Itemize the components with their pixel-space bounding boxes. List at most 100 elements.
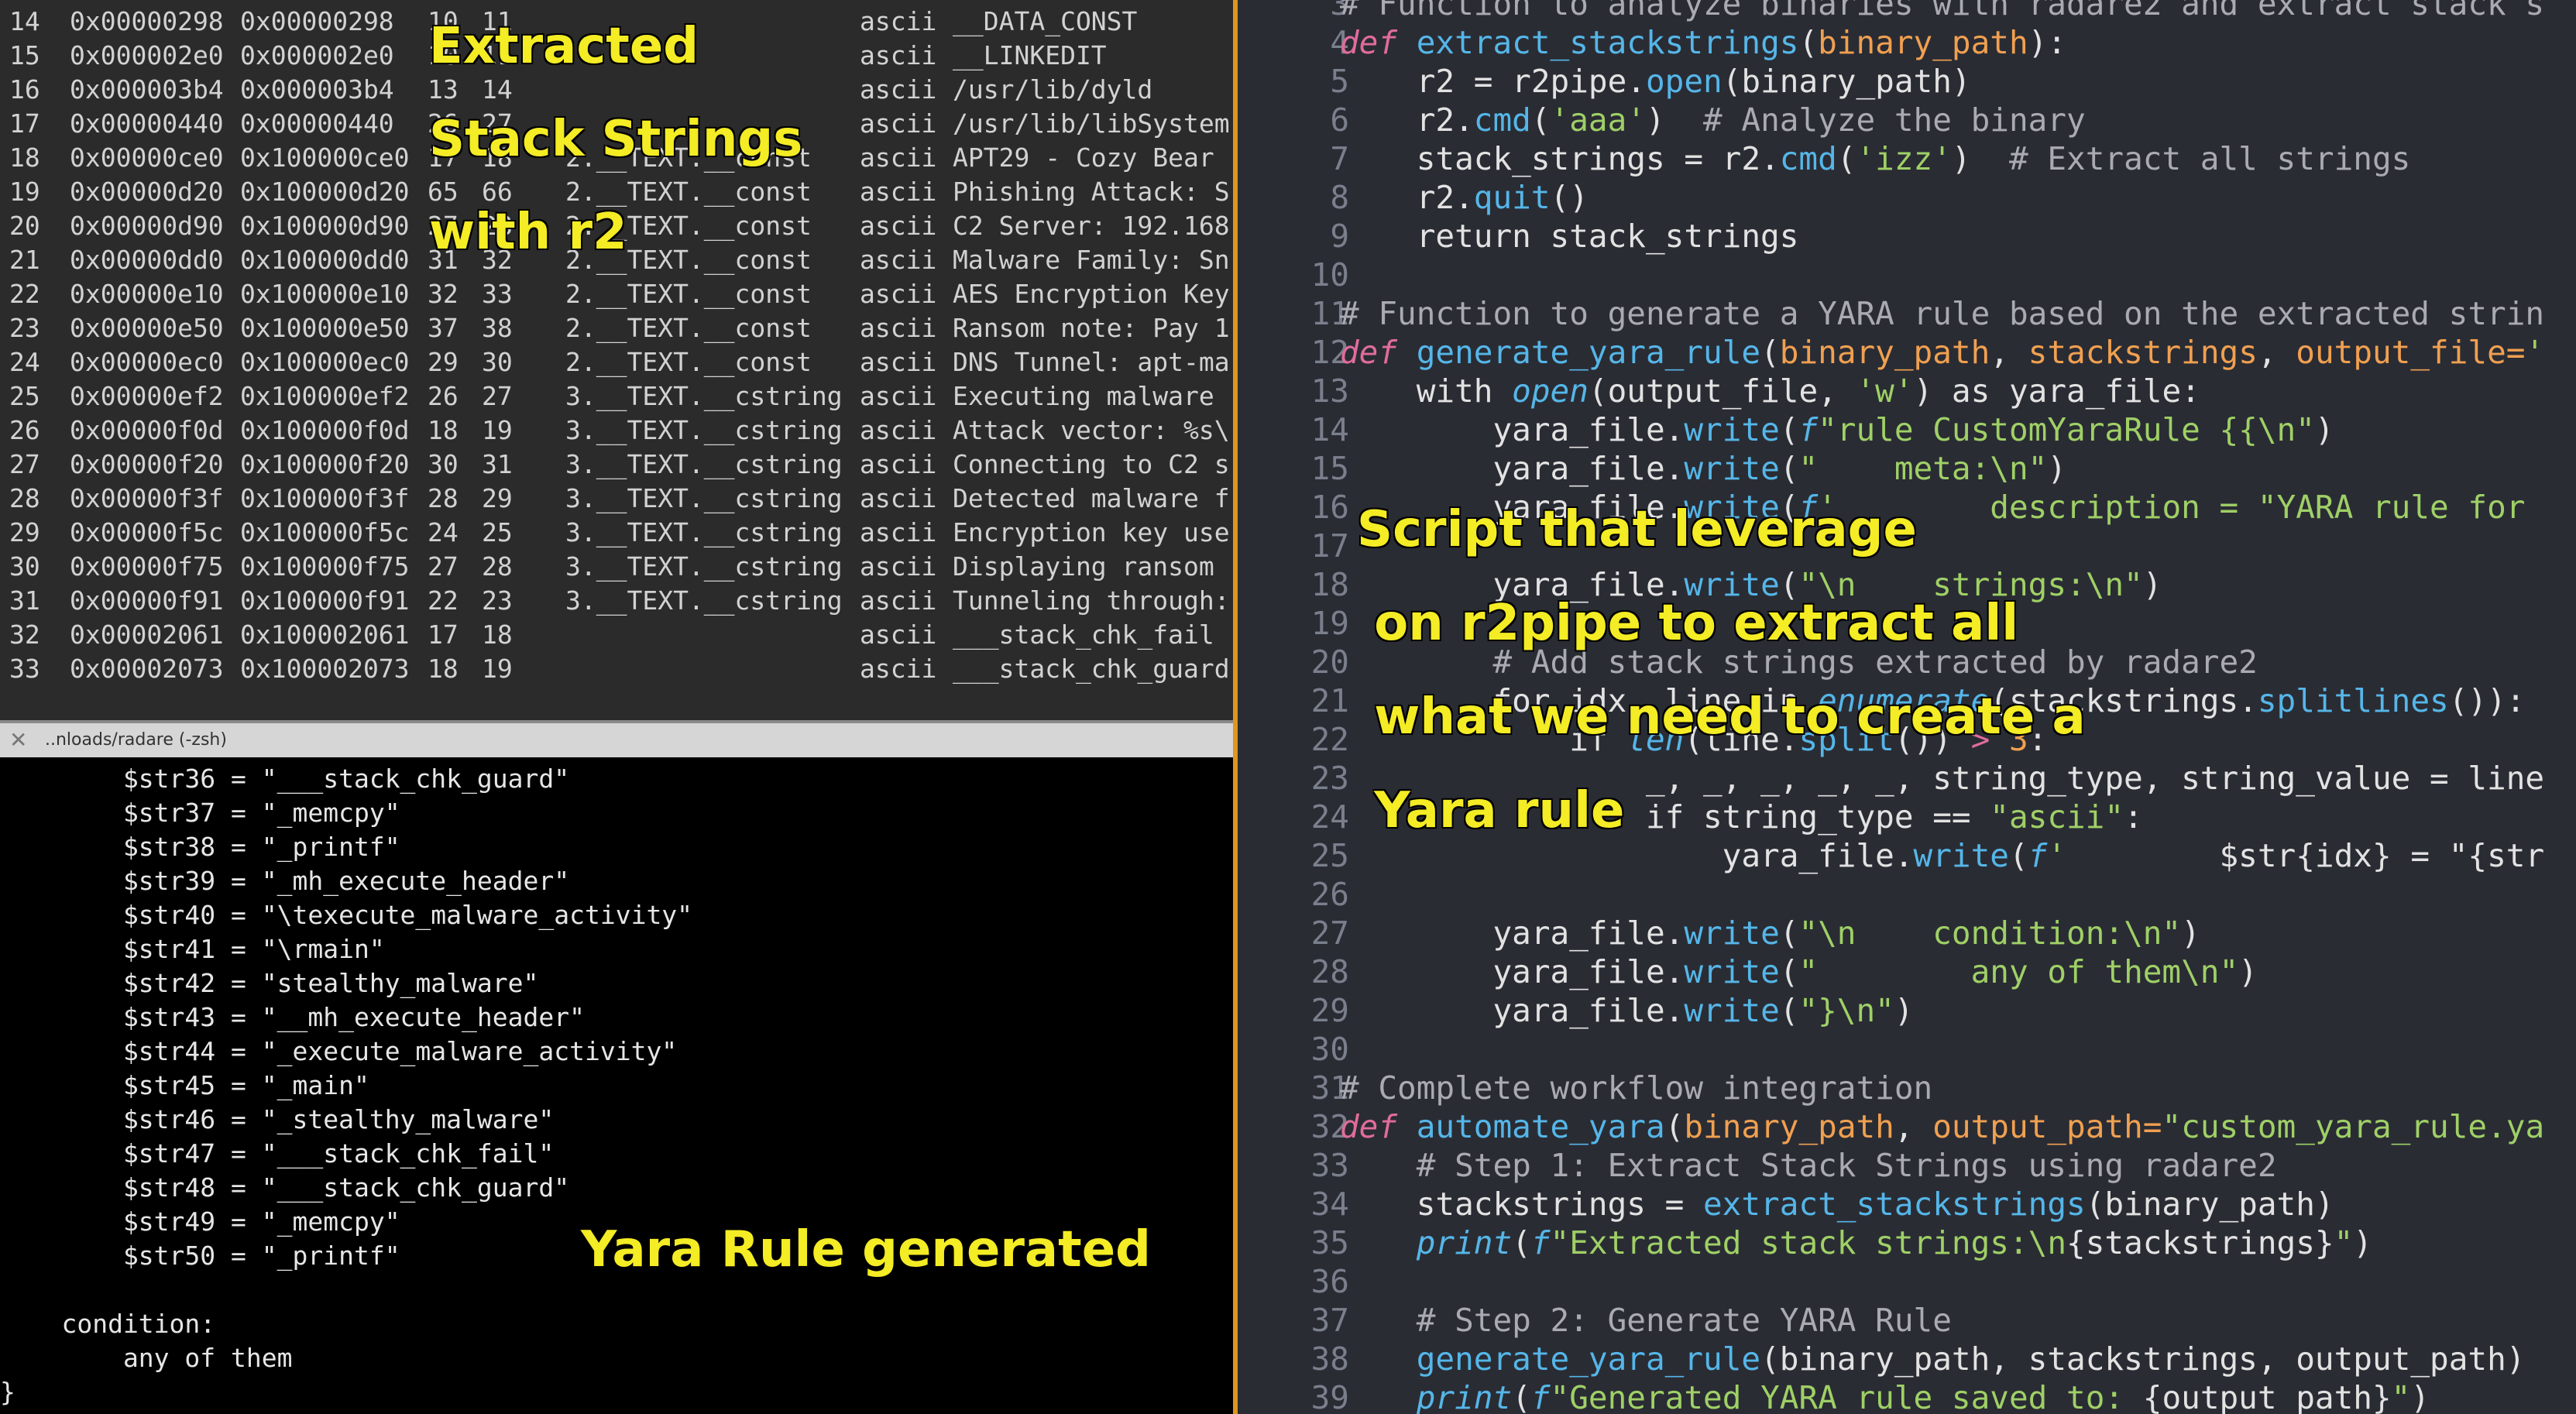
table-cell-type: ascii [860, 108, 937, 139]
caption-yara-generated: Yara Rule generated [581, 1221, 1151, 1278]
code-token: ()): [2448, 682, 2526, 719]
code-token: ( [1779, 953, 1799, 990]
table-cell-vaddr: 0x100000f20 [240, 449, 410, 479]
code-token: # Extract all strings [2008, 140, 2411, 177]
code-line: 37 # Step 2: Generate YARA Rule [1238, 1301, 2576, 1340]
code-token: output_file= [2296, 334, 2526, 371]
table-cell-len: 17 [428, 619, 459, 650]
code-token: (binary_path) [1722, 63, 1971, 100]
table-cell-idx: 17 [9, 108, 40, 139]
table-cell-idx: 18 [9, 142, 40, 173]
line-number: 8 [1330, 179, 1349, 216]
table-cell-vaddr: 0x100000d90 [240, 211, 410, 241]
table-cell-type: ascii [860, 415, 937, 445]
table-cell-string: /usr/lib/libSystem [953, 108, 1230, 139]
table-cell-vaddr: 0x000003b4 [240, 74, 394, 105]
table-cell-len: 18 [428, 415, 459, 445]
table-cell-idx: 16 [9, 74, 40, 105]
code-line: 8 r2.quit() [1238, 178, 2576, 217]
code-token: "Extracted stack strings:\n [1550, 1224, 2067, 1261]
table-cell-vaddr: 0x100000ec0 [240, 347, 410, 377]
code-line: 36 [1238, 1262, 2576, 1301]
code-token: , [1894, 1108, 1933, 1145]
code-token: # Analyze the binary [1703, 101, 2086, 139]
terminal-line: $str49 = "_memcpy" [0, 1206, 400, 1237]
table-cell-paddr: 0x00000f75 [70, 551, 224, 582]
table-row: 23 0x00000e50 0x100000e50 37 38 2.__TEXT.__co… [0, 311, 1233, 345]
terminal-line: $str50 = "_printf" [0, 1241, 400, 1271]
code-token: quit [1473, 179, 1551, 216]
table-cell-vaddr: 0x100000f0d [240, 415, 410, 445]
code-line: 39 print(f"Generated YARA rule saved to:… [1238, 1378, 2576, 1414]
code-token: yara_file. [1340, 411, 1685, 448]
code-token: ) [2181, 915, 2200, 952]
table-cell-size: 30 [482, 347, 513, 377]
code-token: " any of them\n" [1798, 953, 2239, 990]
terminal-line: $str43 = "__mh_execute_header" [0, 1002, 585, 1032]
code-token: ) [2142, 566, 2162, 603]
code-text: print(f"Extracted stack strings:\n{stack… [1340, 1224, 2372, 1262]
line-number: 10 [1310, 256, 1349, 293]
table-cell-string: DNS Tunnel: apt-ma [953, 347, 1230, 377]
line-number: 22 [1310, 721, 1349, 758]
code-token: # Function to generate a YARA rule based… [1340, 295, 2545, 332]
table-cell-size: 18 [482, 619, 513, 650]
table-row: 27 0x00000f20 0x100000f20 30 31 3.__TEXT.__cs… [0, 448, 1233, 482]
line-number: 17 [1310, 527, 1349, 565]
table-row: 33 0x00002073 0x100002073 18 19 ascii ___stack… [0, 652, 1233, 686]
table-cell-vaddr: 0x100002073 [240, 654, 410, 684]
code-token: generate_yara_rule [1416, 1340, 1761, 1378]
line-number: 20 [1310, 644, 1349, 681]
code-text: # Step 1: Extract Stack Strings using ra… [1340, 1146, 2277, 1185]
code-token: ( [1836, 140, 1856, 177]
terminal-line: $str40 = "\texecute_malware_activity" [0, 900, 693, 930]
code-token: ( [1512, 1379, 1531, 1414]
terminal-line: $str38 = "_printf" [0, 832, 400, 862]
code-token: ( [1779, 450, 1799, 487]
code-text: def automate_yara(binary_path, output_pa… [1340, 1107, 2544, 1146]
code-token: write [1684, 915, 1780, 952]
table-cell-idx: 21 [9, 245, 40, 275]
code-token: open [1512, 372, 1589, 410]
table-cell-size: 19 [482, 654, 513, 684]
code-token: yara_file. [1340, 992, 1685, 1029]
code-text: def extract_stackstrings(binary_path): [1340, 23, 2066, 62]
table-cell-idx: 25 [9, 381, 40, 411]
table-cell-idx: 24 [9, 347, 40, 377]
line-number: 33 [1310, 1147, 1349, 1184]
terminal-title-bar[interactable]: ✕ ..nloads/radare (-zsh) [0, 723, 1233, 757]
code-token: yara_file. [1340, 450, 1685, 487]
line-number: 39 [1310, 1379, 1349, 1414]
code-token: yara_file. [1340, 915, 1685, 952]
table-cell-size: 31 [482, 449, 513, 479]
code-token: 'w' [1856, 372, 1914, 410]
table-cell-type: ascii [860, 142, 937, 173]
line-number: 23 [1310, 760, 1349, 797]
table-cell-type: ascii [860, 211, 937, 241]
table-cell-paddr: 0x00000ce0 [70, 142, 224, 173]
table-cell-idx: 22 [9, 279, 40, 309]
code-token: "}\n" [1798, 992, 1894, 1029]
table-cell-paddr: 0x00000d90 [70, 211, 224, 241]
table-row: 25 0x00000ef2 0x100000ef2 26 27 3.__TEXT.__cs… [0, 379, 1233, 414]
terminal-pane[interactable]: ✕ ..nloads/radare (-zsh) $str36 = "___st… [0, 723, 1233, 1414]
code-text: stack_strings = r2.cmd('izz') # Extract … [1340, 139, 2411, 178]
close-icon[interactable]: ✕ [9, 723, 27, 757]
table-cell-type: ascii [860, 40, 937, 70]
line-number: 30 [1310, 1031, 1349, 1068]
table-cell-section: 2.__TEXT.__const [565, 347, 812, 377]
table-cell-type: ascii [860, 74, 937, 105]
terminal-line: $str36 = "___stack_chk_guard" [0, 764, 570, 794]
table-cell-type: ascii [860, 279, 937, 309]
code-token: stack_strings = r2. [1340, 140, 1780, 177]
table-cell-paddr: 0x00000e50 [70, 313, 224, 343]
table-cell-vaddr: 0x100002061 [240, 619, 410, 650]
table-cell-string: Encryption key use [953, 517, 1230, 547]
code-line: 28 yara_file.write(" any of them\n") [1238, 952, 2576, 991]
code-line: 33 # Step 1: Extract Stack Strings using… [1238, 1146, 2576, 1185]
code-line: 3 # Function to analyze binaries with rad… [1238, 0, 2576, 23]
table-row: 22 0x00000e10 0x100000e10 32 33 2.__TEXT.__co… [0, 277, 1233, 311]
table-cell-string: Phishing Attack: S [953, 177, 1230, 207]
code-line: 15 yara_file.write(" meta:\n") [1238, 449, 2576, 488]
code-token: f [1530, 1379, 1551, 1414]
